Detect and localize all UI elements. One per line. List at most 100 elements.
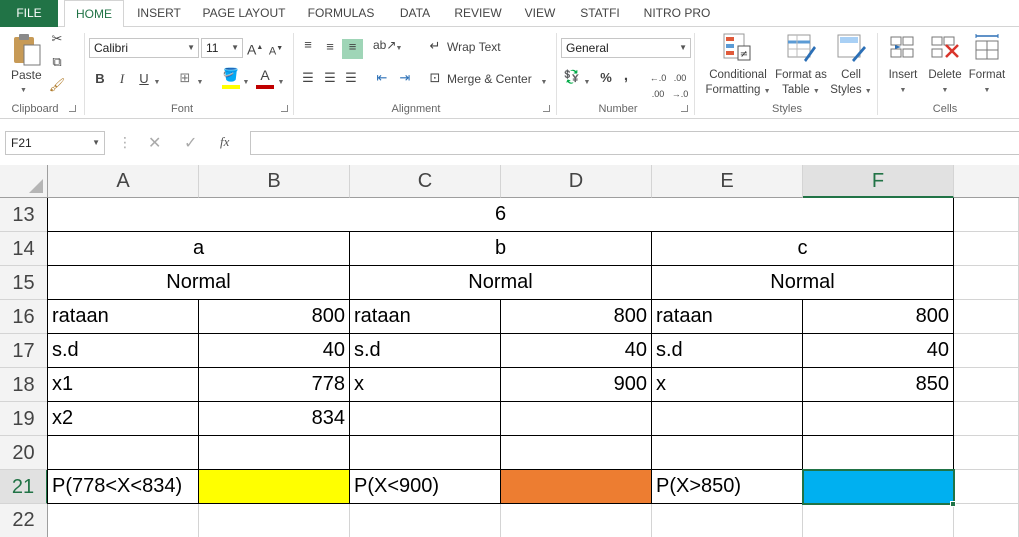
alignment-launcher[interactable]: [543, 105, 550, 112]
tab-file[interactable]: FILE: [0, 0, 58, 27]
tab-page-layout[interactable]: PAGE LAYOUT: [196, 0, 292, 27]
accounting-format-icon[interactable]: 💱: [563, 69, 581, 85]
cell-b20[interactable]: [199, 436, 350, 470]
tab-statfi[interactable]: STATFI: [572, 0, 628, 27]
wrap-text-button[interactable]: Wrap Text: [447, 40, 501, 54]
cell-f17[interactable]: 40: [803, 334, 954, 368]
font-color-icon[interactable]: A: [256, 67, 274, 83]
row-header-19[interactable]: 19: [0, 402, 48, 436]
shrink-font-button[interactable]: A▼: [268, 41, 284, 60]
cell-a15-merged[interactable]: Normal: [48, 266, 350, 300]
row-header-18[interactable]: 18: [0, 368, 48, 402]
cell-b21-yellow[interactable]: [199, 470, 350, 504]
tab-formulas[interactable]: FORMULAS: [300, 0, 382, 27]
accounting-dropdown-arrow[interactable]: ▼: [583, 75, 591, 91]
cell-styles-button[interactable]: Cell Styles ▼: [828, 68, 874, 99]
cell-a16[interactable]: rataan: [48, 300, 199, 334]
italic-button[interactable]: I: [115, 71, 129, 87]
increase-decimal-icon[interactable]: ←.0.00: [648, 70, 668, 102]
cell-a18[interactable]: x1: [48, 368, 199, 402]
font-launcher[interactable]: [281, 105, 288, 112]
cell-e14-merged[interactable]: c: [652, 232, 954, 266]
font-name-select[interactable]: Calibri ▼: [89, 38, 199, 58]
clipboard-launcher[interactable]: [69, 105, 76, 112]
cell-f21-blue[interactable]: [803, 470, 954, 504]
fill-color-dropdown-arrow[interactable]: ▼: [242, 75, 250, 91]
orientation-dropdown-arrow[interactable]: ▼: [395, 41, 403, 57]
cell-a13-merged[interactable]: 6: [48, 198, 954, 232]
copy-icon[interactable]: ⧉: [48, 54, 66, 70]
confirm-icon[interactable]: ✓: [184, 133, 197, 153]
cell-f20[interactable]: [803, 436, 954, 470]
cell-a19[interactable]: x2: [48, 402, 199, 436]
cell-e16[interactable]: rataan: [652, 300, 803, 334]
row-header-13[interactable]: 13: [0, 198, 48, 232]
cell-c20[interactable]: [350, 436, 501, 470]
column-header-e[interactable]: E: [652, 165, 803, 198]
cell-c19[interactable]: [350, 402, 501, 436]
delete-cells-button[interactable]: Delete ▼: [924, 68, 966, 98]
tab-view[interactable]: VIEW: [516, 0, 564, 27]
row-header-15[interactable]: 15: [0, 266, 48, 300]
cell-a21[interactable]: P(778<X<834): [48, 470, 199, 504]
cancel-icon[interactable]: ✕: [148, 133, 161, 153]
fill-handle[interactable]: [950, 501, 956, 507]
decrease-indent-icon[interactable]: ⇤: [373, 70, 391, 86]
cell-e18[interactable]: x: [652, 368, 803, 402]
align-right-icon[interactable]: ☰: [342, 70, 360, 86]
cell-a17[interactable]: s.d: [48, 334, 199, 368]
row-header-20[interactable]: 20: [0, 436, 48, 470]
grow-font-button[interactable]: A▲: [247, 40, 263, 58]
cell-f19[interactable]: [803, 402, 954, 436]
cell-c16[interactable]: rataan: [350, 300, 501, 334]
cell-d16[interactable]: 800: [501, 300, 652, 334]
align-left-icon[interactable]: ☰: [299, 70, 317, 86]
cell-d20[interactable]: [501, 436, 652, 470]
underline-dropdown-arrow[interactable]: ▼: [153, 75, 161, 91]
cell-f16[interactable]: 800: [803, 300, 954, 334]
cell-a20[interactable]: [48, 436, 199, 470]
align-top-icon[interactable]: ≡: [299, 37, 317, 53]
column-header-b[interactable]: B: [199, 165, 350, 198]
underline-button[interactable]: U: [137, 71, 151, 87]
row-header-21[interactable]: 21: [0, 470, 48, 504]
row-header-22[interactable]: 22: [0, 504, 48, 537]
tab-review[interactable]: REVIEW: [448, 0, 508, 27]
cell-e20[interactable]: [652, 436, 803, 470]
tab-home[interactable]: HOME: [64, 0, 124, 28]
cell-c14-merged[interactable]: b: [350, 232, 652, 266]
font-color-dropdown-arrow[interactable]: ▼: [277, 75, 285, 91]
fill-color-icon[interactable]: 🪣: [222, 67, 240, 83]
column-header-f[interactable]: F: [803, 165, 954, 198]
name-box[interactable]: F21 ▼: [5, 131, 105, 155]
row-header-14[interactable]: 14: [0, 232, 48, 266]
column-header-a[interactable]: A: [48, 165, 199, 198]
tab-insert[interactable]: INSERT: [130, 0, 188, 27]
format-as-table-button[interactable]: Format as Table ▼: [770, 68, 832, 99]
paste-dropdown-arrow[interactable]: ▼: [20, 83, 27, 98]
select-all-button[interactable]: [0, 165, 48, 198]
cell-b17[interactable]: 40: [199, 334, 350, 368]
cell-c17[interactable]: s.d: [350, 334, 501, 368]
align-bottom-icon[interactable]: ≡: [342, 39, 363, 59]
cell-b16[interactable]: 800: [199, 300, 350, 334]
cell-d19[interactable]: [501, 402, 652, 436]
comma-style-button[interactable]: ,: [620, 68, 632, 84]
format-painter-icon[interactable]: 🖌: [48, 77, 66, 93]
insert-function-icon[interactable]: fx: [220, 134, 229, 150]
cell-d18[interactable]: 900: [501, 368, 652, 402]
borders-icon[interactable]: ⊞: [176, 70, 194, 86]
merge-dropdown-arrow[interactable]: ▼: [540, 75, 548, 91]
conditional-formatting-button[interactable]: Conditional Formatting ▼: [699, 68, 777, 99]
merge-center-button[interactable]: Merge & Center: [447, 72, 532, 86]
align-middle-icon[interactable]: ≡: [321, 39, 339, 55]
borders-dropdown-arrow[interactable]: ▼: [196, 75, 204, 91]
align-center-icon[interactable]: ☰: [321, 70, 339, 86]
cell-e19[interactable]: [652, 402, 803, 436]
tab-data[interactable]: DATA: [390, 0, 440, 27]
format-cells-button[interactable]: Format ▼: [966, 68, 1008, 98]
cell-c18[interactable]: x: [350, 368, 501, 402]
tab-nitro-pro[interactable]: NITRO PRO: [636, 0, 718, 27]
column-header-g[interactable]: [954, 165, 1019, 198]
cell-d21-orange[interactable]: [501, 470, 652, 504]
